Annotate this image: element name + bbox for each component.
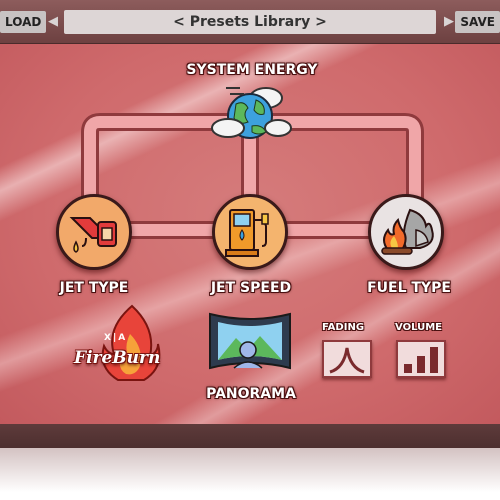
- window-reflection: [0, 448, 500, 500]
- jet-type-label: JET TYPE: [59, 280, 129, 296]
- fading-label: FADING: [322, 322, 365, 333]
- fireburn-logo-text: FireBurn: [74, 348, 161, 368]
- gas-nozzle-icon: [69, 217, 117, 253]
- volume-bars-icon: [404, 347, 438, 373]
- volume-label: VOLUME: [395, 322, 442, 333]
- fuel-type-label: FUEL TYPE: [367, 280, 451, 296]
- fuel-pump-icon: [225, 209, 269, 257]
- bottom-bar: [0, 424, 500, 448]
- fading-control[interactable]: [322, 340, 372, 378]
- panorama-label: PANORAMA: [206, 386, 296, 402]
- flame-logo-icon: [101, 304, 161, 381]
- peak-curve-icon: [329, 347, 365, 374]
- system-energy-label: SYSTEM ENERGY: [186, 62, 318, 78]
- globe-with-clouds-icon[interactable]: [208, 80, 292, 142]
- panorama-picture-icon[interactable]: [208, 310, 292, 372]
- fire-and-rocks-icon: [381, 208, 434, 255]
- volume-control[interactable]: [396, 340, 446, 378]
- plugin-window: LOAD ◀ < Presets Library > ▶ SAVE SYSTEM…: [0, 0, 500, 500]
- jet-speed-label: JET SPEED: [210, 280, 292, 296]
- logo-mark: X|A: [104, 333, 128, 343]
